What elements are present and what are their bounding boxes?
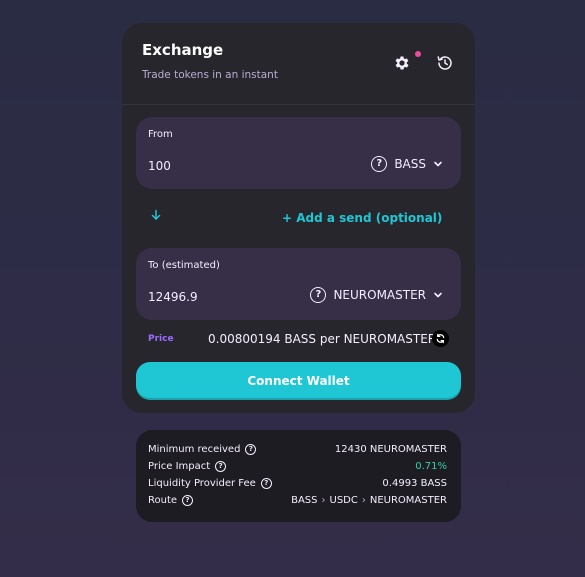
help-icon[interactable]: ?	[260, 478, 272, 489]
lp-fee-row: Liquidity Provider Fee ? 0.4993 BASS	[148, 478, 447, 494]
route-row: Route ? BASS › USDC › NEUROMASTER	[148, 495, 447, 511]
refresh-icon	[436, 333, 445, 344]
route-token: USDC	[329, 495, 358, 506]
min-received-label: Minimum received	[148, 444, 241, 455]
from-panel: From 100 ? BASS	[136, 117, 461, 189]
question-icon: ?	[310, 287, 327, 303]
min-received-value: 12430 NEUROMASTER	[334, 444, 447, 455]
gear-icon	[395, 56, 409, 70]
lp-fee-value: 0.4993 BASS	[382, 478, 447, 489]
help-icon[interactable]: ?	[215, 461, 227, 472]
help-icon[interactable]: ?	[182, 495, 194, 506]
notification-dot	[415, 51, 421, 57]
price-impact-label: Price Impact	[148, 461, 211, 472]
arrow-down-icon[interactable]	[150, 209, 162, 221]
route-separator-icon: ›	[361, 495, 366, 506]
from-token-label: BASS	[394, 157, 426, 171]
to-token-label: NEUROMASTER	[333, 288, 426, 302]
route-label: Route	[148, 495, 178, 506]
chevron-down-icon	[434, 161, 442, 167]
add-send-button[interactable]: + Add a send (optional)	[282, 211, 442, 225]
from-token-select[interactable]: ? BASS	[371, 156, 443, 172]
chevron-down-icon	[434, 292, 442, 298]
page-title: Exchange	[142, 41, 224, 59]
price-impact-row: Price Impact ? 0.71%	[148, 461, 447, 477]
history-button[interactable]	[433, 51, 457, 75]
exchange-card: Exchange Trade tokens in an instant From…	[122, 23, 475, 413]
to-token-select[interactable]: ? NEUROMASTER	[310, 287, 443, 303]
card-header: Exchange Trade tokens in an instant	[122, 23, 475, 105]
price-impact-value: 0.71%	[415, 461, 447, 472]
route-token: BASS	[291, 495, 318, 506]
price-label: Price	[148, 334, 174, 344]
question-icon: ?	[371, 156, 388, 172]
lp-fee-label: Liquidity Provider Fee	[148, 478, 256, 489]
route-separator-icon: ›	[321, 495, 326, 506]
trade-details-panel: Minimum received ? 12430 NEUROMASTER Pri…	[136, 430, 461, 522]
connect-wallet-button[interactable]: Connect Wallet	[136, 362, 461, 400]
switch-row: + Add a send (optional)	[136, 205, 461, 229]
history-icon	[437, 56, 452, 70]
route-path: BASS › USDC › NEUROMASTER	[291, 495, 447, 506]
to-amount-input[interactable]: 12496.9	[148, 290, 198, 304]
price-row: Price 0.00800194 BASS per NEUROMASTER	[136, 329, 461, 349]
settings-button[interactable]	[390, 51, 414, 75]
to-label: To (estimated)	[148, 260, 220, 271]
min-received-row: Minimum received ? 12430 NEUROMASTER	[148, 444, 447, 460]
price-value: 0.00800194 BASS per NEUROMASTER	[208, 332, 437, 346]
refresh-price-button[interactable]	[432, 330, 449, 347]
to-panel: To (estimated) 12496.9 ? NEUROMASTER	[136, 248, 461, 320]
route-token: NEUROMASTER	[369, 495, 447, 506]
page-subtitle: Trade tokens in an instant	[142, 69, 278, 81]
from-amount-input[interactable]: 100	[148, 159, 171, 173]
help-icon[interactable]: ?	[245, 444, 257, 455]
from-label: From	[148, 129, 173, 140]
